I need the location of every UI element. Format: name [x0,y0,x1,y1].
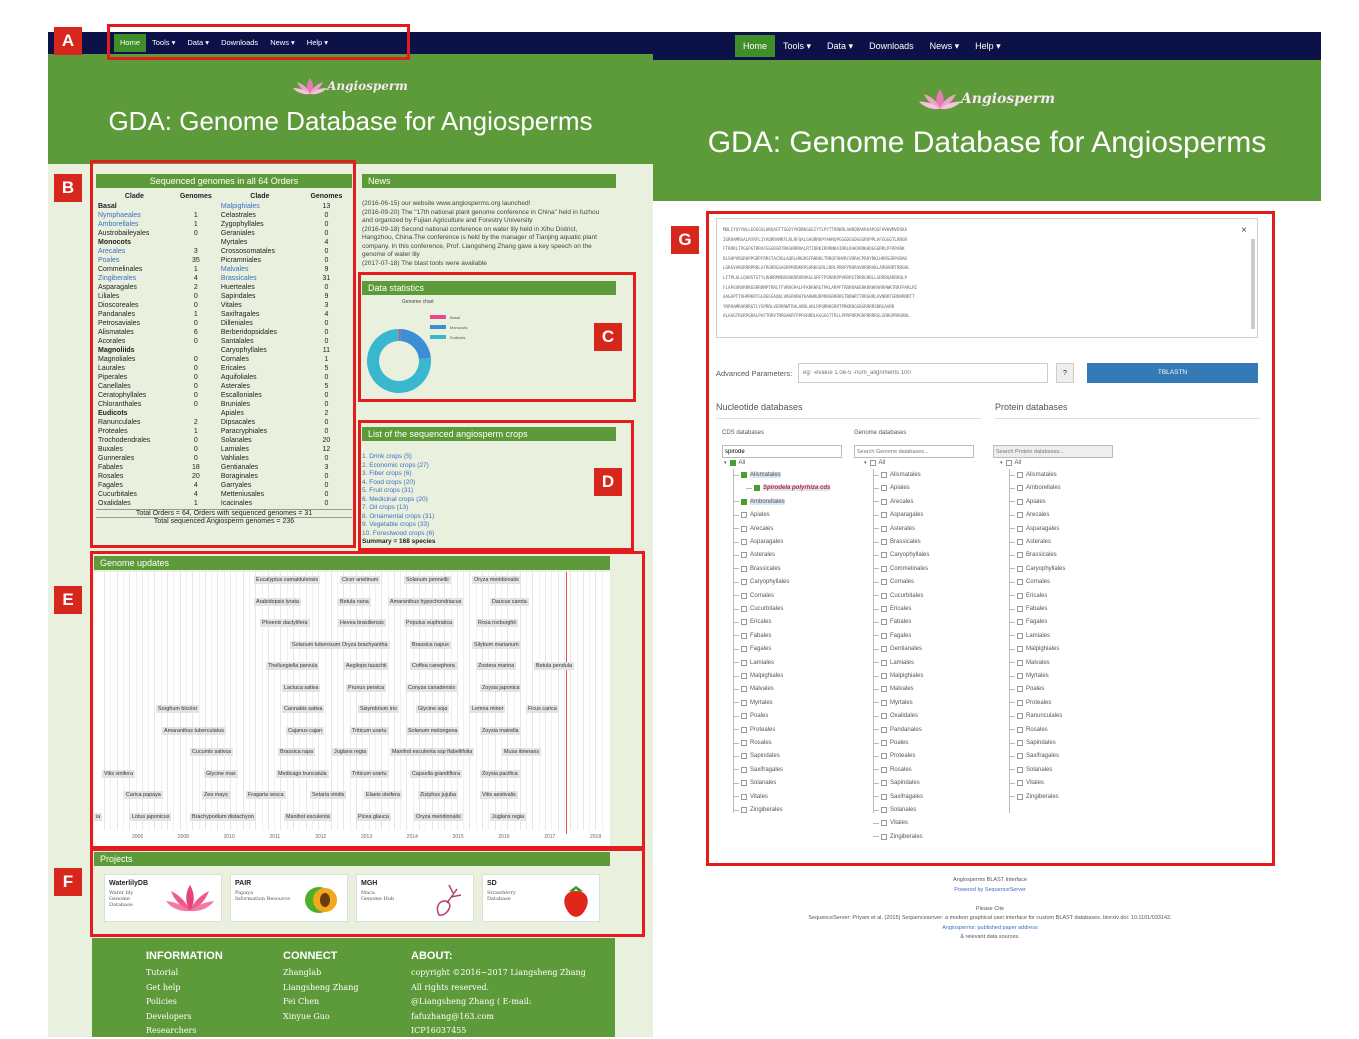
blast-footer: Angiosperms BLAST Interface Powered by Se… [700,876,1280,943]
blast-footer-line: SequenceServer: Priyam et al. (2015) Seq… [808,915,1172,921]
news-item: and organized by Fujian Agriculture and … [362,217,533,224]
nav-item[interactable]: Data ▾ [819,35,861,57]
footer-link[interactable]: Researchers [146,1024,223,1039]
left-logo-text: Angiosperm [327,79,408,93]
footer-link: @Liangsheng Zhang ( E-mail: fafuzhang@16… [411,997,532,1021]
footer-link[interactable]: Fei Chen [283,995,358,1010]
left-logo: Angiosperm [48,76,653,96]
footer-link[interactable]: Liangsheng Zhang [283,981,358,996]
news-item: (2017-07-18) The blast tools were availa… [362,259,487,267]
left-header: Angiosperm GDA: Genome Database for Angi… [48,54,653,164]
news-list: (2016-06-15) our website www.angiosperms… [362,200,616,268]
footer-link[interactable]: Zhanglab [283,966,358,981]
nav-item[interactable]: Tools ▾ [775,35,819,57]
blast-footer-line: Angiosperms: published paper address [942,924,1038,931]
footer-link[interactable]: Policies [146,995,223,1010]
annotation-box-f [90,848,645,937]
left-page-title: GDA: Genome Database for Angiosperms [108,106,593,136]
lotus-logo-icon [293,78,328,95]
footer-link: ICP16037455 [411,1026,467,1035]
footer-connect-title: CONNECT [283,950,338,962]
right-logo-text: Angiosperm [960,91,1056,107]
blast-footer-line: Powered by SequenceServer [954,886,1026,893]
label-f: F [54,868,82,896]
footer-link[interactable]: Get help [146,981,223,996]
news-panel: News (2016-06-15) our website www.angios… [362,174,616,267]
label-d: D [594,468,622,496]
nav-item[interactable]: News ▾ [922,35,968,57]
left-footer: INFORMATION Tutorial Get help Policies Deve… [92,938,615,1037]
label-g: G [671,226,699,254]
nav-item[interactable]: Downloads [861,35,922,57]
label-c: C [594,323,622,351]
news-item: genome of water lily [362,251,420,258]
label-a: A [54,27,82,55]
right-page-title: GDA: Genome Database for Angiosperms [707,126,1267,159]
annotation-box-a [107,24,410,60]
footer-link: copyright ©2016~2017 Liangsheng Zhang [411,968,586,977]
news-item: Hangzhou, China.The conference is held b… [362,234,597,241]
blast-footer-line: Please Cite [975,905,1005,912]
blast-footer-line [700,895,1280,905]
annotation-box-d [358,420,634,551]
footer-link[interactable]: Tutorial [146,966,223,981]
footer-info-title: INFORMATION [146,950,223,962]
footer-link[interactable]: Developers [146,1010,223,1025]
right-logo: Angiosperm [653,86,1321,112]
news-item: (2016-09-20) The "17th national plant ge… [362,208,600,216]
lotus-logo-icon [918,89,961,110]
news-title: News [362,174,616,188]
label-b: B [54,174,82,202]
blast-footer-line: Angiosperms BLAST Interface [953,877,1027,883]
right-nav-bar: Home Tools ▾ Data ▾ Downloads News ▾ Help ▾ [653,32,1321,60]
annotation-box-g [706,211,1275,866]
label-e: E [54,586,82,614]
blast-footer-line: & relevant data sources. [960,934,1020,940]
news-item: (2016-09-18) Second national conference … [362,225,578,233]
nav-item[interactable]: Home [735,35,776,57]
footer-about-title: ABOUT: [411,950,453,962]
right-header: Angiosperm GDA: Genome Database for Angi… [653,60,1321,201]
nav-item[interactable]: Help ▾ [967,35,1009,57]
annotation-box-b [90,160,356,548]
footer-link[interactable]: Xinyue Guo [283,1010,358,1025]
news-item: (2016-06-15) our website www.angiosperms… [362,200,531,207]
footer-link: All rights reserved. [411,982,490,992]
news-item: company. In this conference, Prof. Liang… [362,242,592,250]
annotation-box-e [90,551,645,849]
